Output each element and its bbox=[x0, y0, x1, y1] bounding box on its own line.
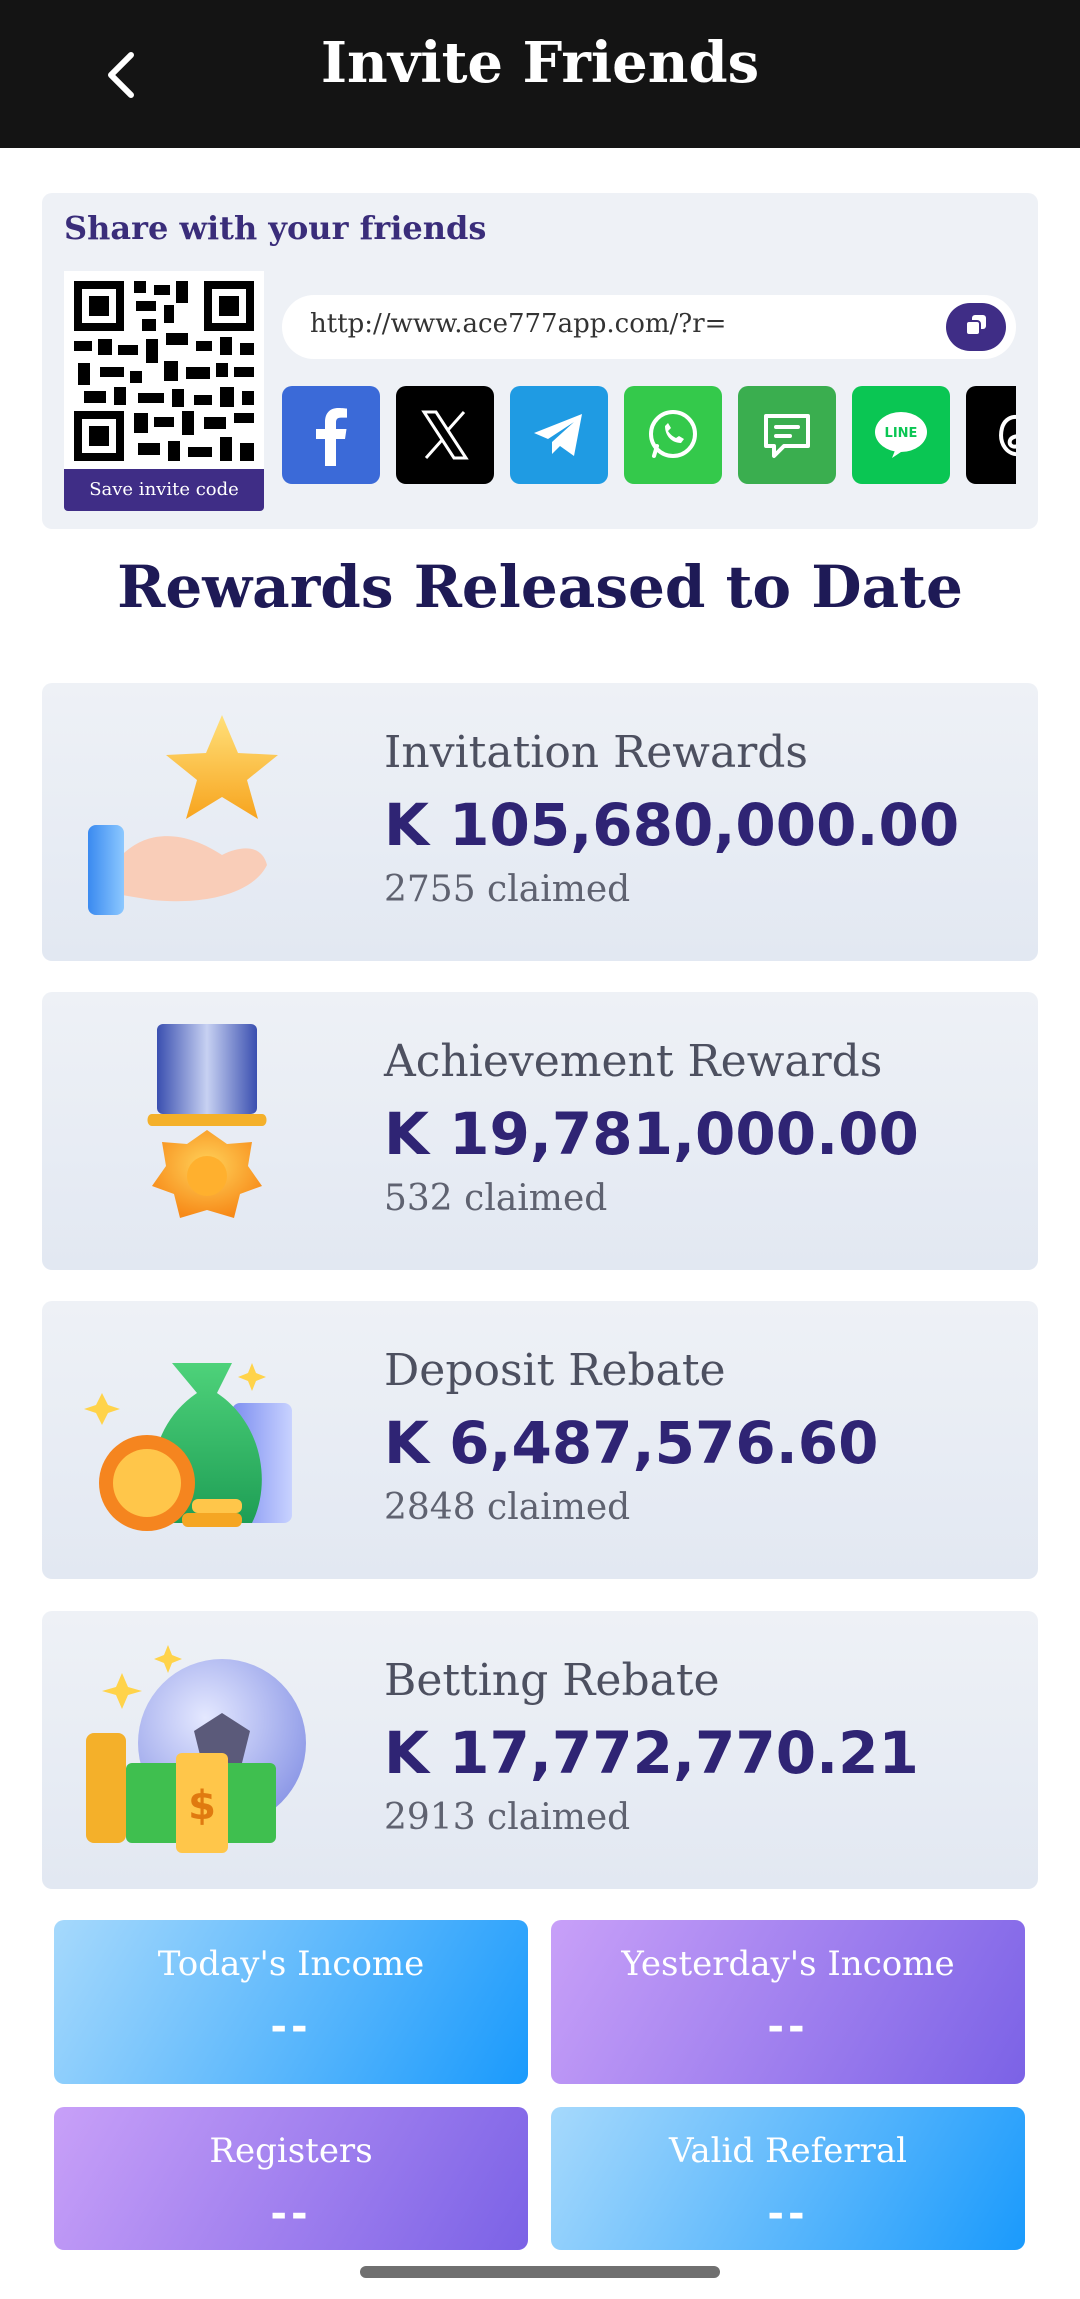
x-icon bbox=[421, 410, 469, 460]
stat-label: Valid Referral bbox=[668, 2131, 908, 2171]
message-icon bbox=[764, 414, 810, 458]
qr-code[interactable] bbox=[64, 271, 264, 471]
currency-symbol: K bbox=[384, 791, 429, 859]
reward-claimed-count: 2848 claimed bbox=[384, 1487, 631, 1528]
stat-value: -- bbox=[767, 2191, 809, 2237]
save-invite-code-button[interactable]: Save invite code bbox=[64, 469, 264, 511]
reward-name: Invitation Rewards bbox=[384, 727, 808, 778]
home-indicator bbox=[360, 2266, 720, 2278]
social-share-row: LINE bbox=[282, 386, 1016, 486]
reward-card-betting: $ Betting Rebate K 17,772,770.21 2913 cl… bbox=[42, 1611, 1038, 1889]
hand-star-icon bbox=[88, 715, 278, 915]
medal-icon bbox=[147, 1024, 267, 1218]
currency-symbol: K bbox=[384, 1409, 429, 1477]
copy-link-button[interactable] bbox=[946, 303, 1006, 351]
telegram-share-button[interactable] bbox=[510, 386, 608, 484]
telegram-icon bbox=[534, 414, 582, 456]
page-title: Invite Friends bbox=[320, 30, 760, 96]
currency-symbol: K bbox=[384, 1100, 429, 1168]
reward-card-achievement: Achievement Rewards K 19,781,000.00 532 … bbox=[42, 992, 1038, 1270]
reward-name: Betting Rebate bbox=[384, 1655, 720, 1706]
stat-label: Yesterday's Income bbox=[621, 1944, 955, 1984]
threads-share-button[interactable] bbox=[966, 386, 1016, 484]
qr-code-icon bbox=[74, 281, 254, 461]
line-icon: LINE bbox=[875, 412, 927, 458]
reward-claimed-count: 2755 claimed bbox=[384, 869, 631, 910]
reward-amount-value: 6,487,576.60 bbox=[449, 1409, 879, 1477]
top-bar: Invite Friends bbox=[0, 0, 1080, 148]
stat-label: Registers bbox=[209, 2131, 373, 2171]
svg-text:LINE: LINE bbox=[885, 426, 918, 441]
money-bag-icon bbox=[84, 1363, 292, 1531]
reward-amount-value: 19,781,000.00 bbox=[449, 1100, 919, 1168]
reward-amount: K 17,772,770.21 bbox=[384, 1719, 919, 1787]
reward-amount-value: 17,772,770.21 bbox=[449, 1719, 919, 1787]
line-share-button[interactable]: LINE bbox=[852, 386, 950, 484]
copy-icon bbox=[965, 315, 986, 336]
currency-symbol: K bbox=[384, 1719, 429, 1787]
share-card: Share with your friends Save invite code… bbox=[42, 193, 1038, 529]
reward-amount-value: 105,680,000.00 bbox=[449, 791, 960, 859]
reward-claimed-count: 532 claimed bbox=[384, 1178, 608, 1219]
stat-value: -- bbox=[270, 2191, 312, 2237]
rewards-section-title: Rewards Released to Date bbox=[117, 553, 963, 621]
x-share-button[interactable] bbox=[396, 386, 494, 484]
whatsapp-share-button[interactable] bbox=[624, 386, 722, 484]
stat-yesterdays-income: Yesterday's Income -- bbox=[551, 1920, 1025, 2084]
whatsapp-icon bbox=[649, 410, 697, 458]
stat-value: -- bbox=[270, 2004, 312, 2050]
stat-valid-referral: Valid Referral -- bbox=[551, 2107, 1025, 2250]
facebook-icon bbox=[316, 408, 347, 466]
reward-card-deposit: Deposit Rebate K 6,487,576.60 2848 claim… bbox=[42, 1301, 1038, 1579]
invite-link-field[interactable]: http://www.ace777app.com/?r= bbox=[282, 295, 1016, 359]
reward-amount: K 6,487,576.60 bbox=[384, 1409, 878, 1477]
stat-label: Today's Income bbox=[157, 1944, 425, 1984]
reward-name: Achievement Rewards bbox=[384, 1036, 883, 1087]
football-cash-icon: $ bbox=[86, 1645, 306, 1853]
facebook-share-button[interactable] bbox=[282, 386, 380, 484]
reward-amount: K 105,680,000.00 bbox=[384, 791, 959, 859]
reward-amount: K 19,781,000.00 bbox=[384, 1100, 919, 1168]
threads-icon bbox=[999, 415, 1016, 457]
stat-value: -- bbox=[767, 2004, 809, 2050]
invite-link-text: http://www.ace777app.com/?r= bbox=[310, 309, 727, 339]
svg-text:$: $ bbox=[188, 1783, 216, 1829]
stat-registers: Registers -- bbox=[54, 2107, 528, 2250]
reward-claimed-count: 2913 claimed bbox=[384, 1797, 631, 1838]
share-title: Share with your friends bbox=[64, 209, 487, 247]
reward-name: Deposit Rebate bbox=[384, 1345, 726, 1396]
stat-todays-income: Today's Income -- bbox=[54, 1920, 528, 2084]
reward-card-invitation: Invitation Rewards K 105,680,000.00 2755… bbox=[42, 683, 1038, 961]
sms-share-button[interactable] bbox=[738, 386, 836, 484]
